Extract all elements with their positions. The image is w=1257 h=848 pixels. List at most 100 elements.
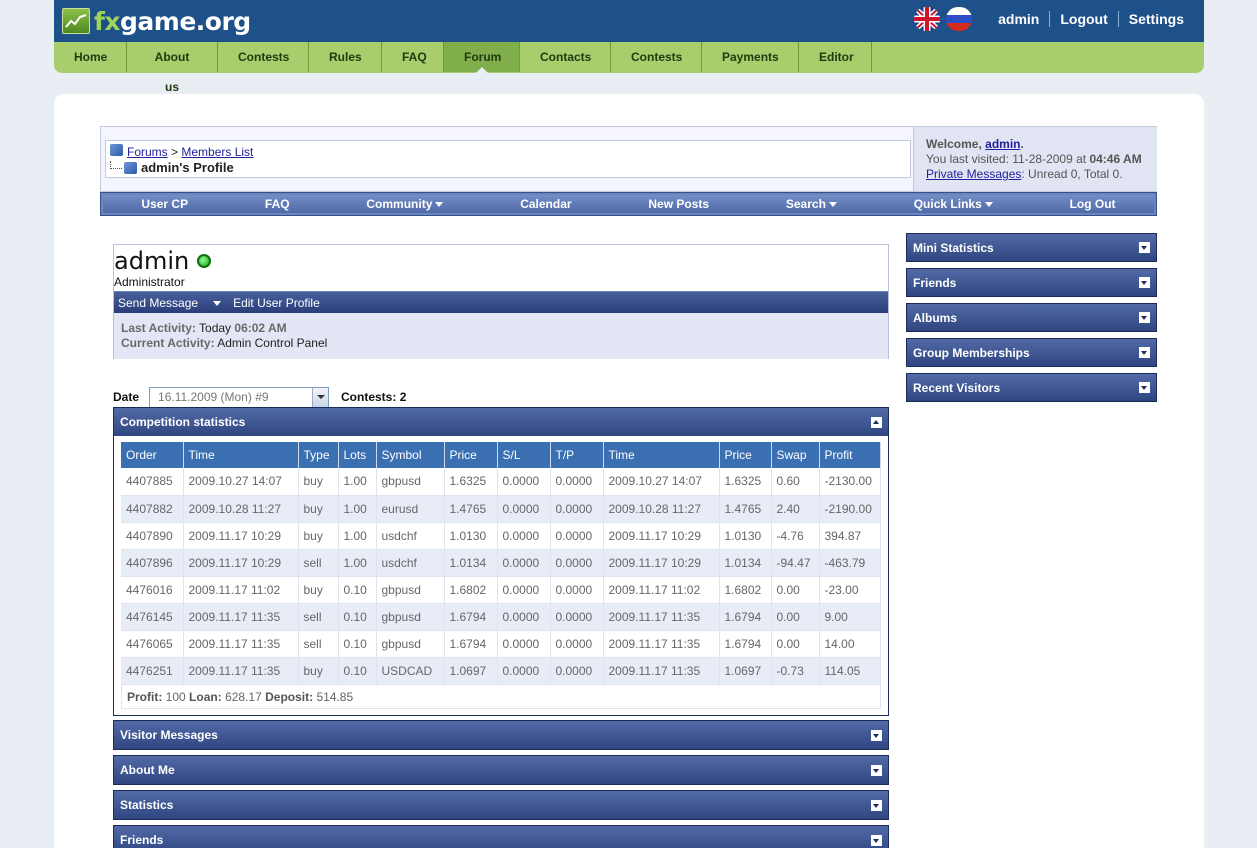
friends-header[interactable]: Friends [114, 826, 888, 848]
statistics-header[interactable]: Statistics [114, 791, 888, 819]
collapse-icon[interactable] [871, 416, 882, 428]
table-cell: -2130.00 [819, 468, 881, 496]
nav-home[interactable]: Home [54, 42, 127, 72]
table-cell: 0.10 [338, 630, 377, 658]
date-row: Date 16.11.2009 (Mon) #9 Contests: 2 [113, 386, 406, 408]
nav-about-us[interactable]: About us [127, 42, 218, 94]
table-cell: 2009.11.17 10:29 [603, 522, 720, 550]
column-header: Time [183, 442, 299, 468]
tree-connector-icon [110, 160, 122, 169]
navbar-user-cp[interactable]: User CP [141, 197, 188, 211]
table-cell: 0.0000 [550, 522, 604, 550]
expand-icon[interactable] [871, 764, 882, 776]
table-cell: 4476145 [121, 603, 184, 631]
table-cell: 2009.11.17 10:29 [603, 549, 720, 577]
column-header: Profit [819, 442, 881, 468]
total-deposit: 514.85 [316, 689, 354, 704]
expand-icon[interactable] [1139, 242, 1150, 253]
table-cell: 0.0000 [497, 657, 551, 685]
send-message-button[interactable]: Send Message [118, 296, 222, 310]
sidebar-mini-statistics[interactable]: Mini Statistics [906, 233, 1157, 262]
sidebar-friends[interactable]: Friends [906, 268, 1157, 297]
column-header: Symbol [376, 442, 445, 468]
table-cell: 0.00 [771, 630, 820, 658]
nav-contests[interactable]: Contests [218, 42, 309, 72]
sidebar-albums[interactable]: Albums [906, 303, 1157, 332]
navbar-new-posts[interactable]: New Posts [648, 197, 709, 211]
expand-icon[interactable] [871, 834, 882, 846]
about-me-block: About Me [113, 755, 889, 785]
column-header: Order [121, 442, 184, 468]
expand-icon[interactable] [871, 729, 882, 741]
table-cell: 1.0134 [719, 549, 772, 577]
navbar-search[interactable]: Search [786, 197, 837, 211]
site-logo[interactable]: fxgame.org [62, 4, 251, 38]
nav-contacts[interactable]: Contacts [520, 42, 611, 72]
visitor-messages-header[interactable]: Visitor Messages [114, 721, 888, 749]
russia-flag-icon[interactable] [946, 7, 973, 31]
dropdown-arrow-icon[interactable] [312, 387, 329, 407]
logo-text: fxgame.org [94, 6, 251, 36]
settings-link[interactable]: Settings [1117, 11, 1194, 27]
table-cell: sell [298, 630, 339, 658]
welcome-user-link[interactable]: admin [985, 137, 1020, 151]
sidebar-group-memberships[interactable]: Group Memberships [906, 338, 1157, 367]
table-cell: 1.0697 [444, 657, 498, 685]
navbar-faq[interactable]: FAQ [265, 197, 290, 211]
breadcrumb-members-link[interactable]: Members List [181, 145, 253, 159]
column-header: Time [603, 442, 720, 468]
sidebar-recent-visitors[interactable]: Recent Visitors [906, 373, 1157, 402]
expand-icon[interactable] [1139, 312, 1150, 323]
navbar-quick-links[interactable]: Quick Links [914, 197, 993, 211]
table-cell: 2009.11.17 11:35 [603, 657, 720, 685]
about-me-header[interactable]: About Me [114, 756, 888, 784]
nav-rules[interactable]: Rules [309, 42, 382, 72]
chevron-down-icon [828, 202, 837, 208]
navbar-log-out[interactable]: Log Out [1070, 197, 1116, 211]
column-header: Swap [771, 442, 820, 468]
private-messages-link[interactable]: Private Messages [926, 167, 1021, 181]
expand-icon[interactable] [1139, 382, 1150, 393]
breadcrumb-panel: Forums > Members List admin's Profile We… [100, 126, 1157, 192]
visitor-messages-block: Visitor Messages [113, 720, 889, 750]
table-cell: 4407885 [121, 468, 184, 496]
breadcrumb-forums-link[interactable]: Forums [127, 145, 168, 159]
expand-icon[interactable] [871, 799, 882, 811]
table-cell: 0.0000 [550, 657, 604, 685]
table-cell: 0.0000 [497, 549, 551, 577]
table-cell: 1.6325 [444, 468, 498, 496]
nav-payments[interactable]: Payments [702, 42, 799, 72]
table-cell: 0.10 [338, 603, 377, 631]
navbar-calendar[interactable]: Calendar [520, 197, 571, 211]
competition-statistics-header[interactable]: Competition statistics [114, 408, 888, 436]
nav-forum[interactable]: Forum [444, 42, 520, 73]
table-cell: 394.87 [819, 522, 881, 550]
table-cell: -0.73 [771, 657, 820, 685]
table-cell: -23.00 [819, 576, 881, 604]
forum-home-icon[interactable] [110, 144, 123, 156]
table-row: 4407885 2009.10.27 14:07 buy 1.00 gbpusd 1.63… [121, 468, 881, 496]
table-row: 4407896 2009.11.17 10:29 sell 1.00 usdchf 1.0… [121, 549, 881, 577]
table-cell: buy [298, 495, 339, 523]
nav-contests-2[interactable]: Contests [611, 42, 702, 72]
chevron-down-icon [435, 202, 444, 208]
logout-link[interactable]: Logout [1049, 11, 1117, 27]
contests-count: 2 [399, 390, 407, 404]
nav-editor[interactable]: Editor [799, 42, 872, 72]
date-select[interactable]: 16.11.2009 (Mon) #9 [149, 386, 330, 408]
table-cell: 4407882 [121, 495, 184, 523]
chart-logo-icon [62, 8, 90, 34]
table-cell: 4407890 [121, 522, 184, 550]
page-title: admin's Profile [141, 160, 234, 175]
edit-profile-button[interactable]: Edit User Profile [233, 296, 320, 310]
column-header: S/L [497, 442, 551, 468]
table-cell: 1.6802 [719, 576, 772, 604]
uk-flag-icon[interactable] [914, 7, 941, 31]
nav-faq[interactable]: FAQ [382, 42, 444, 72]
statistics-block: Statistics [113, 790, 889, 820]
table-cell: 2009.11.17 10:29 [183, 522, 299, 550]
navbar-community[interactable]: Community [366, 197, 444, 211]
expand-icon[interactable] [1139, 277, 1150, 288]
expand-icon[interactable] [1139, 347, 1150, 358]
user-link[interactable]: admin [988, 11, 1049, 27]
